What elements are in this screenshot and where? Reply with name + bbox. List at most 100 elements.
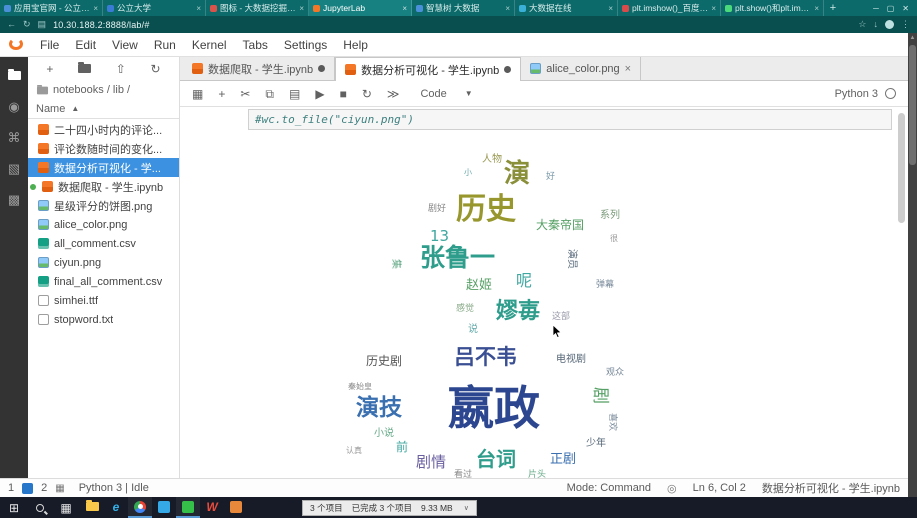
line-col-indicator[interactable]: Ln 6, Col 2 <box>693 482 746 494</box>
paste-cell-icon[interactable]: ▤ <box>289 88 300 100</box>
taskbar-chrome-browser[interactable] <box>128 497 152 518</box>
cut-cell-icon[interactable]: ✂ <box>240 88 250 100</box>
run-all-icon[interactable]: ≫ <box>387 88 400 100</box>
doc-tab[interactable]: 数据分析可视化 - 学生.ipynb <box>335 57 521 81</box>
file-row[interactable]: 数据爬取 - 学生.ipynb <box>28 177 179 196</box>
kernel-indicator[interactable]: Python 3 <box>835 88 896 100</box>
terminal-count[interactable]: 1 <box>8 482 14 494</box>
code-cell[interactable]: #wc.to_file("ciyun.png") <box>180 109 892 130</box>
file-row[interactable]: stopword.txt <box>28 310 179 329</box>
browser-tab[interactable]: 应用宝官网 - 公立大学不...× <box>0 0 103 16</box>
file-row[interactable]: 评论数随时间的变化... <box>28 139 179 158</box>
file-name: stopword.txt <box>54 314 113 326</box>
tab-close-icon[interactable]: × <box>711 4 716 13</box>
stop-icon[interactable]: ■ <box>340 88 347 100</box>
refresh-icon[interactable]: ↻ <box>23 20 31 29</box>
start-button[interactable]: ⊞ <box>2 497 26 518</box>
menu-edit[interactable]: Edit <box>67 36 104 54</box>
browser-tab[interactable]: plt.show()和plt.imshow() - ...× <box>721 0 824 16</box>
activity-commands-icon[interactable]: ⌘ <box>8 131 21 144</box>
menu-tabs[interactable]: Tabs <box>235 36 276 54</box>
activity-property-inspector-icon[interactable]: ▧ <box>8 162 20 175</box>
tab-close-icon[interactable]: × <box>505 4 510 13</box>
file-row[interactable]: alice_color.png <box>28 215 179 234</box>
menu-settings[interactable]: Settings <box>276 36 335 54</box>
tab-favicon-icon <box>519 5 526 12</box>
cell-type-dropdown[interactable]: Code ▼ <box>420 88 472 100</box>
fb-new-launcher-icon[interactable]: + <box>46 62 53 76</box>
fb-upload-icon[interactable]: ⇧ <box>116 62 126 76</box>
add-cell-icon[interactable]: + <box>218 88 225 100</box>
url-text[interactable]: 10.30.188.2:8888/lab/# <box>53 20 149 30</box>
browser-tab[interactable]: JupyterLab× <box>309 0 412 16</box>
menu-kernel[interactable]: Kernel <box>184 36 235 54</box>
breadcrumb[interactable]: notebooks / lib / <box>28 81 179 99</box>
close-button[interactable]: ✕ <box>902 4 909 13</box>
doc-tab[interactable]: alice_color.png× <box>521 57 641 80</box>
doc-tab[interactable]: 数据爬取 - 学生.ipynb <box>183 57 335 80</box>
taskbar-file-explorer[interactable] <box>80 497 104 518</box>
file-transfer-progress[interactable]: 3 个项目 已完成 3 个项目 9.33 MB ∨ <box>302 500 477 516</box>
back-icon[interactable]: ← <box>7 20 16 29</box>
copy-cell-icon[interactable]: ⧉ <box>265 88 274 100</box>
transfer-caret-icon[interactable]: ∨ <box>464 504 469 512</box>
bookmark-star-icon[interactable]: ☆ <box>858 20 866 29</box>
tab-close-icon[interactable]: × <box>608 4 613 13</box>
taskbar-media-app[interactable] <box>224 497 248 518</box>
activity-extensions-icon[interactable]: ▩ <box>8 193 20 206</box>
browser-tab[interactable]: 图标 - 大数据挖掘平台× <box>206 0 309 16</box>
browser-tab[interactable]: 公立大学× <box>103 0 206 16</box>
tab-close-icon[interactable]: × <box>93 4 98 13</box>
run-icon[interactable]: ▶ <box>315 88 324 100</box>
name-column-header[interactable]: Name ▲ <box>28 99 179 119</box>
kernel-count[interactable]: 2 <box>41 482 47 494</box>
maximize-button[interactable]: ▢ <box>887 4 895 13</box>
file-row[interactable]: ciyun.png <box>28 253 179 272</box>
scrollbar-up-arrow[interactable]: ▲ <box>908 33 917 41</box>
taskbar-wps-app[interactable]: W <box>200 497 224 518</box>
fb-new-folder-icon[interactable] <box>78 62 91 76</box>
browser-tab[interactable]: 智慧树 大数据× <box>412 0 515 16</box>
taskbar-green-app[interactable] <box>176 497 200 518</box>
file-row[interactable]: 星级评分的饼图.png <box>28 196 179 215</box>
tab-close-icon[interactable]: × <box>299 4 304 13</box>
restart-kernel-icon[interactable]: ↻ <box>362 88 372 100</box>
save-icon[interactable]: ▦ <box>192 88 203 100</box>
browser-tab[interactable]: plt.imshow()_百度搜索× <box>618 0 721 16</box>
browser-menu-icon[interactable]: ⋮ <box>901 20 910 29</box>
file-row[interactable]: simhei.ttf <box>28 291 179 310</box>
menu-help[interactable]: Help <box>335 36 376 54</box>
breadcrumb-path[interactable]: notebooks / lib / <box>53 84 130 96</box>
kernel-status-text[interactable]: Python 3 | Idle <box>79 482 149 494</box>
search-button[interactable] <box>28 497 52 518</box>
browser-tab-strip: 应用宝官网 - 公立大学不...×公立大学×图标 - 大数据挖掘平台×Jupyt… <box>0 0 824 16</box>
profile-avatar[interactable] <box>885 20 894 29</box>
file-row[interactable]: all_comment.csv <box>28 234 179 253</box>
commands-glyph: ⌘ <box>8 130 21 145</box>
file-row[interactable]: 数据分析可视化 - 学... <box>28 158 179 177</box>
file-row[interactable]: final_all_comment.csv <box>28 272 179 291</box>
menu-view[interactable]: View <box>104 36 146 54</box>
scrollbar-thumb[interactable] <box>909 45 916 165</box>
notebook-scrollbar[interactable] <box>898 113 905 223</box>
activity-file-browser-icon[interactable] <box>8 69 21 82</box>
doc-tab-close-icon[interactable]: × <box>625 63 631 75</box>
tab-close-icon[interactable]: × <box>402 4 407 13</box>
menu-file[interactable]: File <box>32 36 67 54</box>
new-tab-button[interactable]: + <box>824 0 842 16</box>
taskbar-qq-app[interactable] <box>152 497 176 518</box>
taskbar-ie-browser[interactable]: e <box>104 497 128 518</box>
task-view-button[interactable]: ▦ <box>54 497 78 518</box>
notification-bell-icon[interactable]: ◎ <box>667 482 677 495</box>
file-row[interactable]: 二十四小时内的评论... <box>28 120 179 139</box>
cell-editor[interactable]: #wc.to_file("ciyun.png") <box>248 109 892 130</box>
fb-refresh-icon[interactable]: ↻ <box>151 62 161 76</box>
tab-close-icon[interactable]: × <box>814 4 819 13</box>
download-icon[interactable]: ↓ <box>874 20 879 29</box>
menu-run[interactable]: Run <box>146 36 184 54</box>
browser-scrollbar[interactable]: ▲ <box>908 33 917 497</box>
minimize-button[interactable]: ─ <box>873 4 879 13</box>
activity-running-kernels-icon[interactable]: ◉ <box>8 100 19 113</box>
browser-tab[interactable]: 大数据在线× <box>515 0 618 16</box>
tab-close-icon[interactable]: × <box>196 4 201 13</box>
